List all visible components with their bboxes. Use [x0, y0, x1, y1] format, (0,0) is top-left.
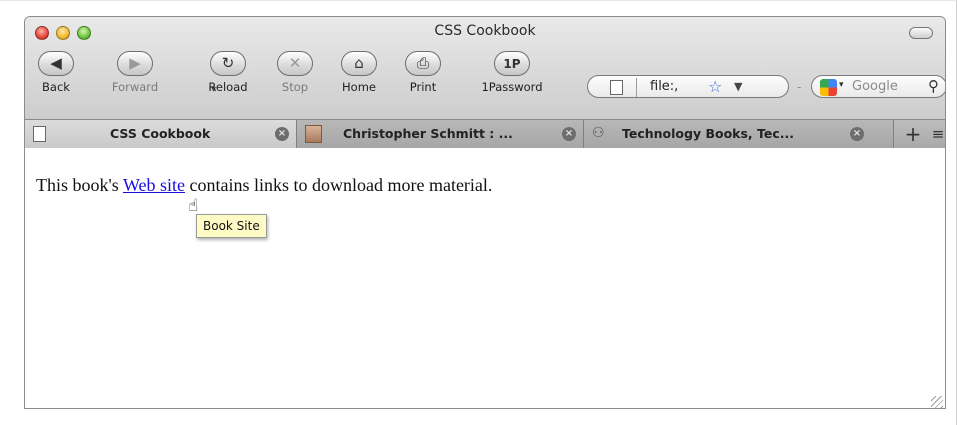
paragraph-text-after: contains links to download more material… [184, 175, 493, 195]
address-dropdown-icon[interactable]: ▼ [734, 80, 742, 93]
stop-button[interactable]: ✕ Stop [277, 51, 313, 94]
tab-close-icon[interactable]: × [275, 127, 289, 141]
reload-button[interactable]: ↻ Reload [203, 51, 253, 94]
face-photo-icon [305, 125, 322, 143]
search-icon[interactable]: ⚲ [928, 77, 939, 95]
tab-overflow-icon[interactable]: ≡ [929, 121, 945, 147]
home-button[interactable]: ⌂ Home [339, 51, 379, 94]
people-icon: ⚇ [592, 125, 605, 141]
back-arrow-icon: ◀ [50, 54, 62, 72]
search-engine-icon[interactable] [820, 79, 837, 96]
browser-toolbar: CSS Cookbook ◀ Back ▶ Forward ▾ ↻ Reload… [25, 17, 945, 148]
page-icon [33, 126, 46, 142]
stop-x-icon: ✕ [288, 54, 302, 72]
page-icon [610, 80, 623, 95]
bookmark-star-icon[interactable]: ☆ [708, 77, 722, 96]
address-input[interactable]: file:, [650, 79, 678, 94]
resize-grip[interactable] [931, 396, 943, 408]
back-button[interactable]: ◀ Back [36, 51, 76, 94]
tab-css-cookbook[interactable]: CSS Cookbook × [25, 120, 297, 148]
stop-label: Stop [281, 80, 309, 94]
tab-title: Technology Books, Tec... [622, 126, 795, 141]
toolbar-toggle-button[interactable] [909, 27, 933, 39]
toolbar-separator: - [797, 80, 802, 94]
print-label: Print [409, 80, 437, 94]
tab-christopher-schmitt[interactable]: Christopher Schmitt : ... × [297, 120, 584, 148]
reload-icon: ↻ [221, 54, 235, 72]
content-paragraph: This book's Web site contains links to d… [36, 175, 492, 196]
paragraph-text-before: This book's [36, 175, 123, 195]
tab-bar: CSS Cookbook × Christopher Schmitt : ...… [25, 119, 945, 148]
address-bar[interactable]: file:, ☆ ▼ [587, 75, 789, 98]
link-tooltip: Book Site [196, 214, 267, 238]
tab-close-icon[interactable]: × [850, 127, 864, 141]
onepassword-icon: 1P [503, 56, 521, 71]
web-site-link[interactable]: Web site [123, 175, 185, 195]
home-label: Home [342, 80, 376, 94]
forward-button[interactable]: ▶ Forward [106, 51, 164, 94]
home-icon: ⌂ [354, 54, 364, 72]
browser-window: CSS Cookbook ◀ Back ▶ Forward ▾ ↻ Reload… [24, 16, 946, 409]
hand-pointer-icon: ☝ [188, 196, 199, 216]
tab-title: Christopher Schmitt : ... [343, 126, 513, 141]
printer-icon: ⎙ [416, 54, 429, 72]
tab-title: CSS Cookbook [110, 126, 211, 141]
search-engine-dropdown-icon[interactable]: ▾ [839, 80, 844, 90]
new-tab-button[interactable]: + [900, 121, 926, 147]
reload-label: Reload [208, 80, 248, 94]
back-label: Back [42, 80, 70, 94]
forward-label: Forward [111, 80, 159, 94]
onepassword-label: 1Password [481, 80, 543, 94]
print-button[interactable]: ⎙ Print [403, 51, 443, 94]
onepassword-button[interactable]: 1P 1Password [473, 51, 551, 94]
search-input[interactable]: Google [852, 79, 898, 94]
tab-technology-books[interactable]: ⚇ Technology Books, Tec... × [584, 120, 894, 148]
address-divider [636, 78, 637, 97]
search-bar[interactable]: ▾ Google ⚲ [811, 75, 945, 98]
tab-close-icon[interactable]: × [562, 127, 576, 141]
window-title: CSS Cookbook [434, 23, 536, 39]
forward-arrow-icon: ▶ [129, 54, 141, 72]
page-content: This book's Web site contains links to d… [25, 148, 945, 408]
